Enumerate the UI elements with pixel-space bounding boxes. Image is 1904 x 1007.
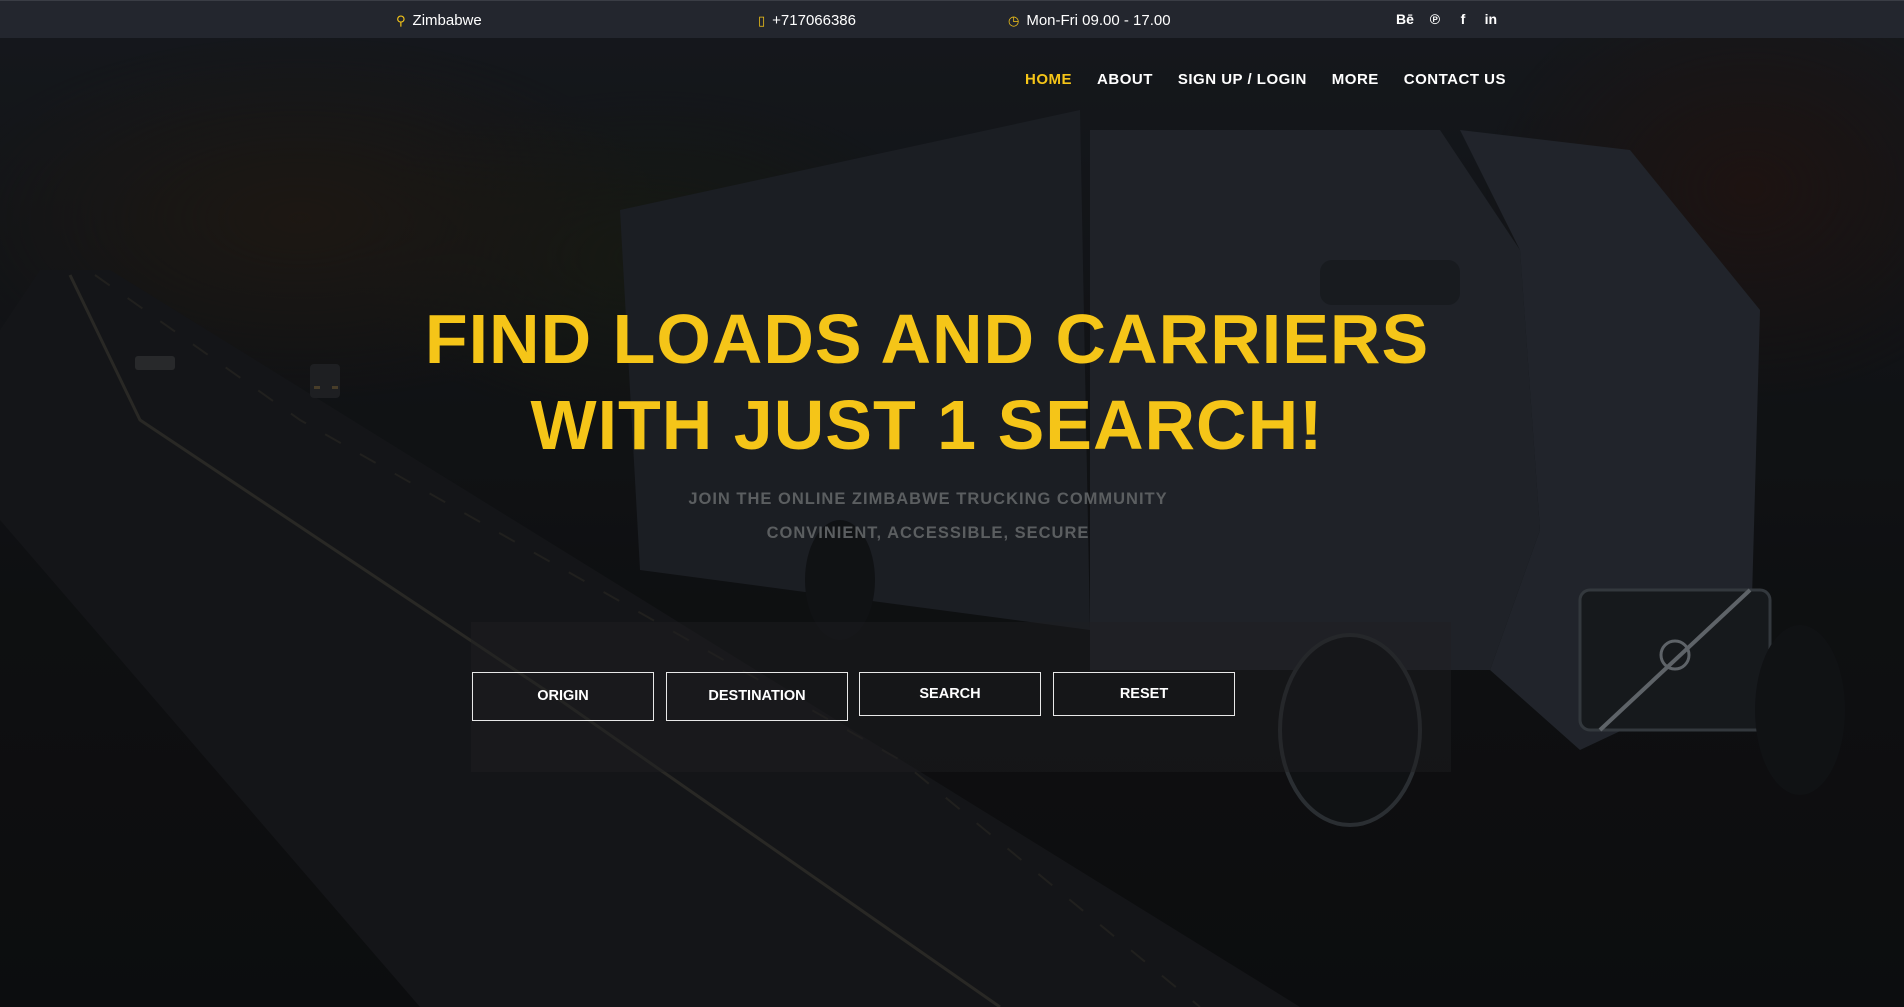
location-text: Zimbabwe — [412, 12, 482, 29]
origin-button[interactable]: ORIGIN — [472, 672, 654, 721]
hours-info: ◷ Mon-Fri 09.00 - 17.00 — [1008, 12, 1171, 29]
destination-button[interactable]: DESTINATION — [666, 672, 848, 721]
nav-more[interactable]: MORE — [1332, 71, 1379, 88]
hero-title: FIND LOADS AND CARRIERS WITH JUST 1 SEAR… — [0, 296, 1904, 468]
mobile-phone-icon: ▯ — [758, 13, 766, 28]
top-info-bar: ⚲ Zimbabwe ▯ +717066386 ◷ Mon-Fri 09.00 … — [0, 0, 1904, 38]
hours-text: Mon-Fri 09.00 - 17.00 — [1026, 12, 1171, 29]
behance-icon[interactable]: Bē — [1396, 11, 1414, 27]
social-links: Bē ℗ f in — [1396, 11, 1498, 27]
hero-title-line-1: FIND LOADS AND CARRIERS — [424, 300, 1430, 378]
location-info: ⚲ Zimbabwe — [396, 12, 482, 29]
nav-contact-us[interactable]: CONTACT US — [1404, 71, 1506, 88]
map-pin-icon: ⚲ — [396, 13, 406, 28]
clock-icon: ◷ — [1008, 13, 1020, 28]
pinterest-icon[interactable]: ℗ — [1428, 11, 1442, 27]
page: ⚲ Zimbabwe ▯ +717066386 ◷ Mon-Fri 09.00 … — [0, 0, 1904, 1007]
main-nav: HOME ABOUT SIGN UP / LOGIN MORE CONTACT … — [1025, 71, 1506, 88]
reset-button[interactable]: RESET — [1053, 672, 1235, 716]
nav-home[interactable]: HOME — [1025, 71, 1072, 88]
phone-text: +717066386 — [772, 12, 856, 29]
hero-subtitle-2: CONVINIENT, ACCESSIBLE, SECURE — [766, 524, 1090, 542]
phone-info: ▯ +717066386 — [758, 12, 856, 29]
nav-signup-login[interactable]: SIGN UP / LOGIN — [1178, 71, 1307, 88]
hero-title-line-2: WITH JUST 1 SEARCH! — [530, 386, 1324, 464]
search-button[interactable]: SEARCH — [859, 672, 1041, 716]
linkedin-icon[interactable]: in — [1484, 11, 1498, 27]
nav-about[interactable]: ABOUT — [1097, 71, 1153, 88]
facebook-icon[interactable]: f — [1456, 11, 1470, 27]
hero-subtitle-1: JOIN THE ONLINE ZIMBABWE TRUCKING COMMUN… — [688, 490, 1168, 508]
